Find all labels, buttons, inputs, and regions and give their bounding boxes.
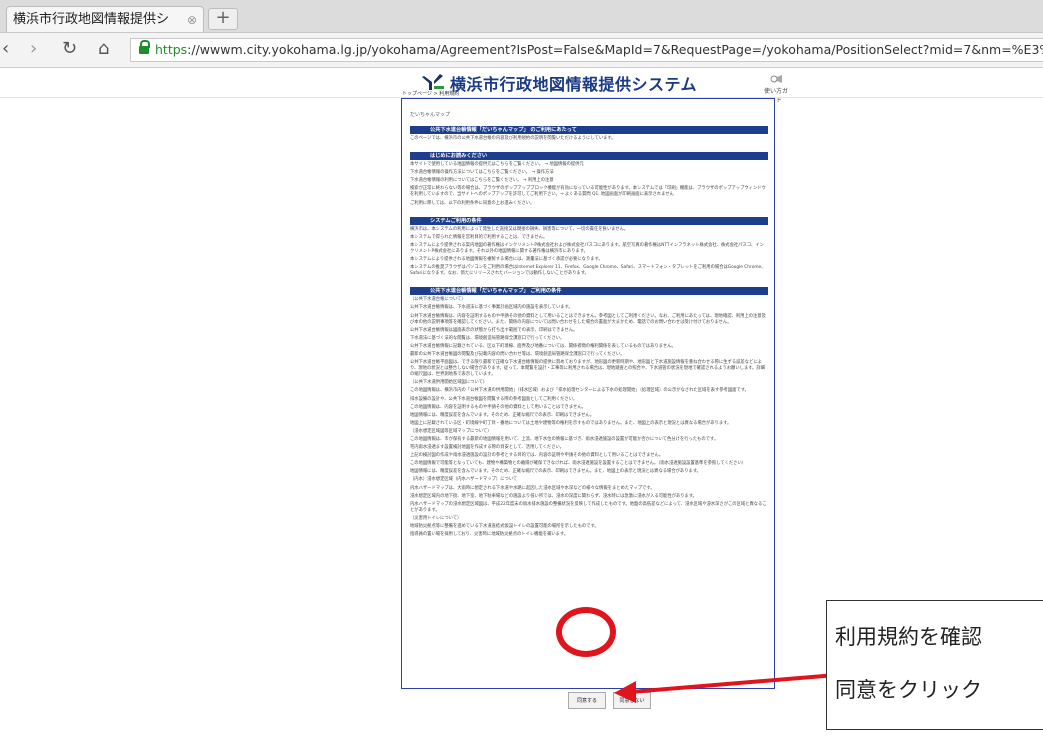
highlight-circle (556, 607, 616, 657)
terms-paragraph: このページでは、横浜市の公共下水道台帳の内容及び利用規約の説明を閲覧いただけるよ… (410, 136, 616, 141)
terms-paragraph: 本システムで得られた情報を営利目的で利用することは、できません。 (410, 234, 548, 240)
site-title: 横浜市行政地図情報提供システム (450, 75, 698, 94)
url-scheme: https (155, 42, 188, 57)
terms-paragraph: 指導員の置い場を採用しており、災害時に地域防災拠点のトイレ機能を補います。 (410, 532, 569, 538)
new-tab-button[interactable]: + (208, 8, 238, 30)
terms-paragraph: 上記の検討図の作成や雨水浸透施設の設計の参考とする目的では、内容の証明や申請その… (410, 453, 664, 459)
terms-paragraph: （浸水想定区域図等区域マップについて） (410, 428, 492, 434)
callout-line-1: 利用規約を確認 (835, 625, 982, 649)
terms-content: だいちゃんマップ 公共下水道台帳情報「だいちゃんマップ」 のご利用にあたって この… (410, 111, 768, 545)
browser-navbar: ‹ › ↻ ⌂ https://wwwm.city.yokohama.lg.jp… (0, 33, 1043, 68)
terms-panel[interactable]: だいちゃんマップ 公共下水道台帳情報「だいちゃんマップ」 のご利用にあたって この… (401, 98, 775, 689)
terms-paragraph: 地図情報には、精度誤差を含んでいます。そのため、正確な縮尺での表示、印刷はできま… (410, 469, 701, 475)
terms-paragraph: この地図情報は、横浜市内の「公共下水道の供用開始」（排水区域）および「排水処理セ… (410, 388, 749, 394)
section-heading: システムご利用の条件 (410, 216, 768, 225)
terms-paragraph: この地図情報で可能等となっていても、建物や構築物との離隔が確保できなければ、雨水… (410, 461, 747, 467)
terms-paragraph: 下水道法に基づく法的な閲覧は、環境創造局管路保全課窓口で行ってください。 (410, 335, 565, 341)
terms-paragraph: 下水道台帳情報の利用についてはこちらをご覧ください。 → 利用上の注意 (410, 178, 554, 184)
terms-paragraph: 公共下水道台帳情報は図面表示の状態から打ち出す範囲での表示、印刷はできません。 (410, 327, 578, 333)
terms-paragraph: 地図情報には、精度誤差を含んでいます。そのため、正確な縮尺での表示、印刷はできま… (410, 412, 594, 418)
terms-paragraph: 本システムの推奨ブラウザはパソコンをご利用の場合はInternet Explor… (410, 265, 766, 277)
browser-tab[interactable]: 横浜市行政地図情報提供シ ⊗ (6, 6, 204, 32)
terms-paragraph: この地図情報は、市が保有する最新の地図情報を用いて、上流、地下水位の情報に基づき… (410, 437, 719, 442)
terms-paragraph: 地図上に記載されている区・町境線や町丁目・番地については土地や建物等の権利を示す… (410, 420, 732, 426)
terms-paragraph: この地図情報は、内容を証明するものや申請その他の資料として用いることはできません… (410, 404, 586, 410)
terms-paragraph: 検索が正常に終わらない等の場合は、ブラウザのポップアップブロック機能が有効になっ… (410, 186, 766, 198)
terms-paragraph: 排水設備の設計や、公共下水道台帳図を閲覧する際の参考図面としてご利用ください。 (410, 396, 578, 402)
breadcrumb[interactable]: トップページ > 利用規約 (402, 90, 459, 97)
terms-paragraph: 本システムにより提供される地図情報を複製する場合には、測量法に基づく承認が必要に… (410, 257, 603, 263)
terms-paragraph: （公共下水道台帳について） (410, 297, 466, 303)
terms-paragraph: （災害用トイレについて） (410, 515, 462, 521)
terms-paragraph: 横浜市は、本システムの利用によって発生した直接又は間接の損失、損害等について、一… (410, 226, 629, 232)
terms-paragraph: 内水ハザードマップは、大雨時に想定される下水道や水路に起因した浸水区域や水深など… (410, 485, 655, 491)
terms-paragraph: 公共下水道台帳情報は、内容を証明するものや申請その他の資料として用いることはでき… (410, 313, 766, 325)
browser-tabbar: 横浜市行政地図情報提供シ ⊗ + (0, 0, 1043, 33)
terms-paragraph: 宅内雨水浸透ます設置検討地図を作成する際の目安として、活用してください。 (410, 445, 565, 451)
terms-paragraph: 公共下水道台帳情報に記載されている、区以下町境線、面界及び地番については、関係者… (410, 343, 676, 349)
home-icon[interactable]: ⌂ (98, 40, 109, 58)
terms-paragraph: 最新の公共下水道台帳図の閲覧及び記載内容の問い合わせ等は、環境創造局管路保全課窓… (410, 351, 625, 357)
terms-paragraph: 内水ハザードマップの浸水想定区域図は、平成22年度末の雨水排水施設の整備状況を反… (410, 501, 767, 513)
url-text: ://wwwm.city.yokohama.lg.jp/yokohama/Agr… (187, 42, 1043, 57)
terms-paragraph: 公共下水道台帳平面図は、できる限り最新で正確な下水道台帳情報の提供に努めておりま… (410, 360, 765, 378)
terms-paragraph: ご利用に際しては、以下の利用条件に同意の上お進みください。 (410, 200, 535, 206)
section-heading: 公共下水道台帳情報「だいちゃんマップ」 のご利用にあたって (410, 126, 768, 134)
callout-line-2: 同意をクリック (835, 678, 982, 702)
terms-paragraph: 地域防災拠点等に整備を進めている下水道直結式仮設トイレの設置可能の場所を示したも… (410, 524, 599, 530)
forward-icon[interactable]: › (30, 40, 37, 58)
section-heading: 公共下水道台帳情報「だいちゃんマップ」 ご利用の条件 (410, 287, 768, 296)
agree-button[interactable]: 同意する (568, 692, 606, 709)
terms-paragraph: （内水）浸水想定区域（内水ハザードマップ）について (410, 477, 518, 483)
guide-icon (770, 75, 782, 83)
yokohama-logo-icon (422, 74, 444, 90)
tab-title: 横浜市行政地図情報提供シ (13, 12, 170, 27)
map-name: だいちゃんマップ (410, 112, 451, 118)
site-header: 横浜市行政地図情報提供システム 使い方ガイド トップページ > 利用規約 (0, 68, 1043, 104)
terms-paragraph: 公共下水道台帳情報は、下水道法に基づく事業計画区域内の施設を表示しています。 (410, 305, 573, 311)
disagree-button[interactable]: 同意しない (613, 692, 651, 709)
terms-paragraph: 浸水想定区域内の地下街、地下室、地下駐車場などの施設より低い所では、浸水の深度に… (410, 493, 697, 499)
close-icon[interactable]: ⊗ (187, 7, 197, 32)
address-bar[interactable]: https://wwwm.city.yokohama.lg.jp/yokoham… (130, 38, 1043, 62)
terms-paragraph: 本サイトで使用している地図情報の提供元はこちらをご覧ください。 → 地図情報の提… (410, 162, 584, 168)
back-icon[interactable]: ‹ (2, 40, 9, 58)
terms-paragraph: 本システムにより提供される案内地図の著作権はインクリメントP株式会社および株式会… (410, 242, 764, 254)
reload-icon[interactable]: ↻ (62, 40, 77, 58)
lock-icon (139, 40, 150, 54)
terms-paragraph: （公共下水道供用開始区域図について） (410, 380, 488, 386)
terms-paragraph: 下水道台帳情報の操作方法についてはこちらをご覧ください。 → 操作方法 (410, 170, 554, 176)
instruction-callout: 利用規約を確認 同意をクリック (826, 600, 1043, 730)
section-heading: はじめにお読みください (410, 152, 768, 161)
